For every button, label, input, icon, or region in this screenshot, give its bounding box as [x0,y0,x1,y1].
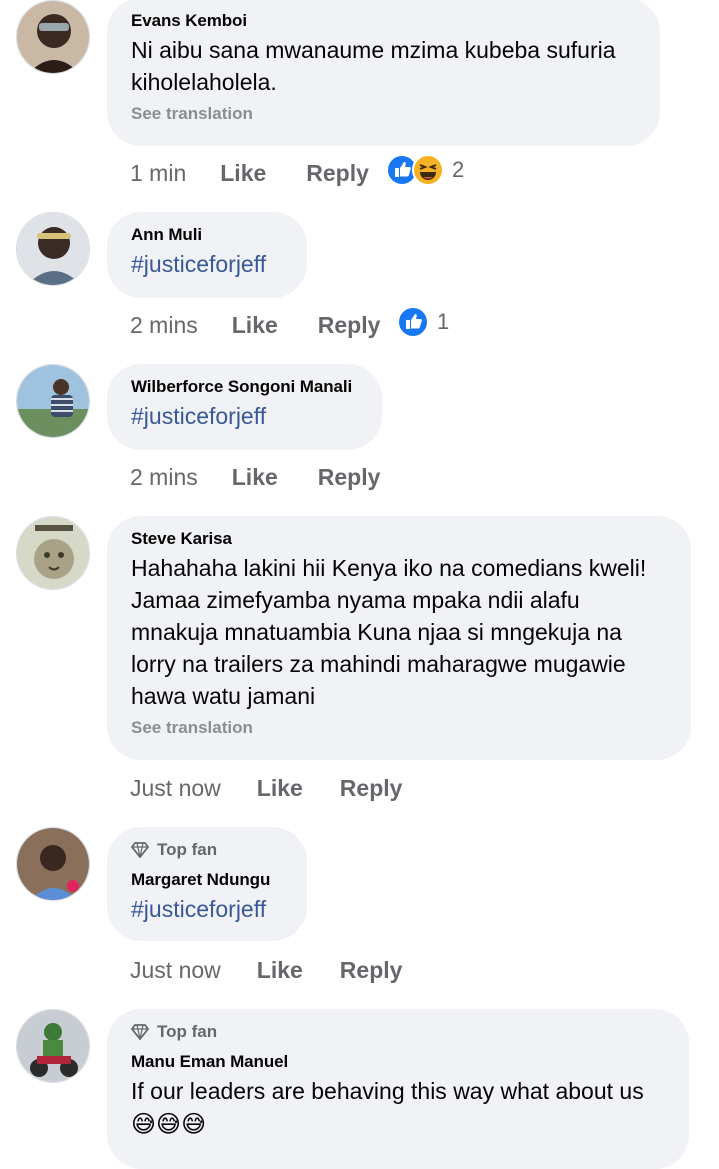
avatar[interactable] [16,827,90,901]
comment-author[interactable]: Manu Eman Manuel [131,1051,665,1073]
comment-bubble: Evans Kemboi Ni aibu sana mwanaume mzima… [107,0,660,146]
comment-time[interactable]: Just now [130,957,221,984]
comment-actions: 2 mins Like Reply [130,460,380,494]
comment-author[interactable]: Evans Kemboi [131,10,636,32]
diamond-icon [131,1024,149,1040]
reply-button[interactable]: Reply [340,957,403,984]
like-button[interactable]: Like [232,312,278,339]
avatar[interactable] [16,364,90,438]
top-fan-label: Top fan [157,1022,218,1041]
comment-time[interactable]: 2 mins [130,464,198,491]
comment-time[interactable]: 2 mins [130,312,198,339]
comment-bubble: Wilberforce Songoni Manali #justiceforje… [107,364,382,450]
avatar[interactable] [16,516,90,590]
comment-time[interactable]: 1 min [130,160,186,187]
comment-author[interactable]: Margaret Ndungu [131,869,283,891]
sweat-smile-emoji: 😅 [131,1111,157,1138]
sweat-smile-emoji: 😅 [181,1111,207,1138]
reaction-summary[interactable]: 1 [397,306,449,338]
reaction-count: 1 [437,309,450,334]
comment-text: Hahahaha lakini hii Kenya iko na comedia… [131,555,647,709]
reply-button[interactable]: Reply [306,160,369,187]
diamond-icon [131,842,149,858]
see-translation-link[interactable]: See translation [131,718,667,738]
reaction-summary[interactable]: 2 [386,154,464,186]
comment-bubble: Steve Karisa Hahahaha lakini hii Kenya i… [107,516,691,760]
reply-button[interactable]: Reply [318,312,381,339]
comment-actions: Just now Like Reply [130,953,402,987]
emoji-row: 😅😅😅 [131,1109,665,1141]
comment-bubble: Top fan Manu Eman Manuel If our leaders … [107,1009,689,1169]
comment-bubble: Ann Muli #justiceforjeff [107,212,307,298]
avatar[interactable] [16,1009,90,1083]
comment-bubble: Top fan Margaret Ndungu #justiceforjeff [107,827,307,941]
avatar[interactable] [16,212,90,286]
sweat-smile-emoji: 😅 [156,1111,182,1138]
see-translation-link[interactable]: See translation [131,104,636,124]
avatar[interactable] [16,0,90,74]
hashtag-link[interactable]: #justiceforjeff [131,893,283,925]
comment-time[interactable]: Just now [130,775,221,802]
comment-actions: Just now Like Reply [130,771,402,805]
like-button[interactable]: Like [257,775,303,802]
like-button[interactable]: Like [220,160,266,187]
comment-text: Ni aibu sana mwanaume mzima kubeba sufur… [131,37,616,95]
hashtag-link[interactable]: #justiceforjeff [131,400,358,432]
comment-author[interactable]: Steve Karisa [131,528,667,550]
comment-actions: 2 mins Like Reply [130,308,380,342]
reaction-count: 2 [452,157,465,182]
comment-author[interactable]: Ann Muli [131,224,283,246]
reply-button[interactable]: Reply [318,464,381,491]
like-reaction-icon [397,306,429,338]
comment-actions: 1 min Like Reply [130,156,369,190]
top-fan-badge: Top fan [131,839,283,861]
comment-text: If our leaders are behaving this way wha… [131,1078,644,1104]
top-fan-badge: Top fan [131,1021,665,1043]
reply-button[interactable]: Reply [340,775,403,802]
haha-reaction-icon [412,154,444,186]
hashtag-link[interactable]: #justiceforjeff [131,248,283,280]
like-button[interactable]: Like [257,957,303,984]
comment-author[interactable]: Wilberforce Songoni Manali [131,376,358,398]
like-button[interactable]: Like [232,464,278,491]
top-fan-label: Top fan [157,840,218,859]
